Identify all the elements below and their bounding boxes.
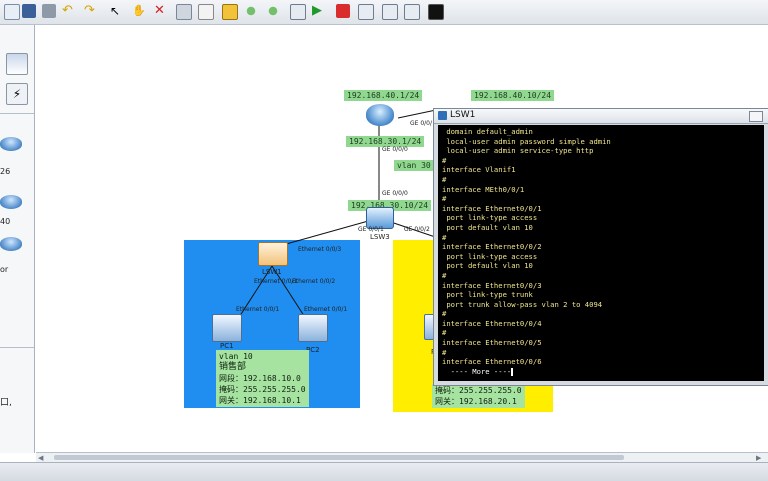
- stop-icon[interactable]: [336, 4, 350, 18]
- device-palette: ⚡ 26 40 or 口,: [0, 25, 35, 453]
- router-icon[interactable]: [0, 237, 22, 251]
- terminal-icon[interactable]: [428, 4, 444, 20]
- zoom-in-icon[interactable]: [244, 4, 258, 18]
- zoom-out-icon[interactable]: [266, 4, 280, 18]
- topology-tile-icon[interactable]: [6, 53, 28, 75]
- info-mask: 掩码：255.255.255.0: [219, 385, 306, 394]
- fit-icon[interactable]: [290, 4, 306, 20]
- rect-icon[interactable]: [222, 4, 238, 20]
- delete-icon[interactable]: ✕: [154, 4, 168, 18]
- info-dept: 销售部: [219, 362, 247, 372]
- blue-zone-info: vlan 10 销售部 网段：192.168.10.0 掩码：255.255.2…: [216, 350, 309, 407]
- text-icon[interactable]: [198, 4, 214, 20]
- lsw3-port-left: GE 0/0/1: [358, 226, 384, 233]
- new-icon[interactable]: [4, 4, 20, 20]
- select-icon[interactable]: ↖: [110, 4, 124, 18]
- pc2-icon[interactable]: [298, 314, 328, 342]
- terminal-text: domain default_admin local-user admin pa…: [442, 127, 611, 376]
- horizontal-scrollbar[interactable]: ◀ ▶: [36, 452, 768, 462]
- pc1-name: PC1: [220, 342, 234, 350]
- clear-icon[interactable]: [176, 4, 192, 20]
- yellow-zone-info: 掩码：255.255.255.0 网关：192.168.20.1: [432, 384, 525, 408]
- info-mask: 掩码：255.255.255.0: [435, 386, 522, 395]
- link-tile-icon[interactable]: ⚡: [6, 83, 28, 105]
- grid-icon[interactable]: [404, 4, 420, 20]
- lsw1-name: LSW1: [262, 268, 282, 276]
- palette-note: 口,: [0, 398, 12, 408]
- terminal-output[interactable]: domain default_admin local-user admin pa…: [438, 125, 764, 381]
- lsw3-port-right: GE 0/0/2: [404, 226, 430, 233]
- redo-icon[interactable]: ↷: [84, 4, 98, 18]
- toolbar: ↶ ↷ ↖ ✋ ✕ ▶: [0, 0, 768, 25]
- terminal-app-icon: [438, 111, 447, 120]
- capture-icon[interactable]: [358, 4, 374, 20]
- info-gateway: 网关：192.168.20.1: [435, 397, 517, 406]
- lsw1-port-right: Ethernet 0/0/2: [292, 278, 336, 285]
- status-bar: [0, 462, 768, 481]
- router-icon[interactable]: [366, 104, 394, 126]
- info-subnet: 网段：192.168.10.0: [219, 374, 301, 383]
- hand-icon[interactable]: ✋: [132, 4, 146, 18]
- terminal-window[interactable]: LSW1 domain default_admin local-user adm…: [433, 108, 768, 386]
- lsw1-switch-icon[interactable]: [258, 242, 288, 266]
- lsw1-port-up: Ethernet 0/0/3: [298, 246, 342, 253]
- pc2-port: Ethernet 0/0/1: [304, 306, 348, 313]
- lsw3-port-up: GE 0/0/0: [382, 190, 408, 197]
- router-icon[interactable]: [0, 195, 22, 209]
- lsw3-name: LSW3: [370, 233, 390, 241]
- pc1-icon[interactable]: [212, 314, 242, 342]
- lsw1-port-left: Ethernet 0/0/1: [254, 278, 298, 285]
- terminal-cursor: [511, 367, 514, 376]
- scroll-right-icon[interactable]: ▶: [756, 454, 761, 462]
- pc1-port: Ethernet 0/0/1: [236, 306, 280, 313]
- router-port-top: GE 0/0/: [410, 120, 433, 127]
- scroll-thumb[interactable]: [54, 455, 624, 460]
- settings-icon[interactable]: [382, 4, 398, 20]
- palette-item-label: 26: [0, 167, 11, 176]
- start-icon[interactable]: ▶: [312, 4, 326, 18]
- router-port-down: GE 0/0/0: [382, 146, 408, 153]
- router-icon[interactable]: [0, 137, 22, 151]
- palette-item-label: 40: [0, 217, 11, 226]
- info-gateway: 网关：192.168.10.1: [219, 396, 301, 405]
- info-vlan: vlan 10: [219, 352, 253, 361]
- router-ip-left: 192.168.40.1/24: [344, 90, 423, 101]
- undo-icon[interactable]: ↶: [62, 4, 76, 18]
- terminal-titlebar[interactable]: LSW1: [434, 109, 768, 124]
- terminal-title: LSW1: [450, 110, 476, 120]
- terminal-more-prompt: ---- More ----: [442, 366, 512, 376]
- router-ip-right: 192.168.40.10/24: [471, 90, 555, 101]
- palette-item-label: or: [0, 265, 9, 274]
- vlan-label: vlan 30: [394, 160, 434, 171]
- print-icon[interactable]: [42, 4, 56, 18]
- scroll-left-icon[interactable]: ◀: [38, 454, 43, 462]
- save-icon[interactable]: [22, 4, 36, 18]
- minimize-icon[interactable]: [749, 111, 763, 122]
